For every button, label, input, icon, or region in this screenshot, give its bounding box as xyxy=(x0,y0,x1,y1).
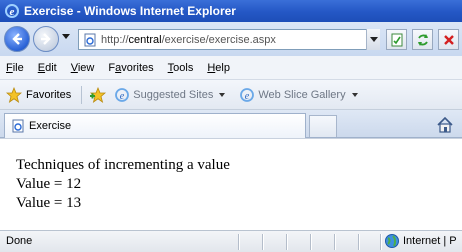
window-title: Exercise - Windows Internet Explorer xyxy=(24,4,236,18)
menu-bar: File Edit View Favorites Tools Help xyxy=(0,56,462,80)
content-value-line: Value = 13 xyxy=(16,195,82,211)
back-button[interactable] xyxy=(4,26,30,52)
refresh-button[interactable] xyxy=(412,29,433,50)
forward-button[interactable] xyxy=(33,26,59,52)
address-bar[interactable]: http://central/exercise/exercise.aspx xyxy=(78,29,380,50)
web-slice-gallery-label: Web Slice Gallery xyxy=(258,88,346,101)
favorites-separator xyxy=(81,85,83,104)
status-divider xyxy=(358,234,360,250)
menu-edit[interactable]: Edit xyxy=(38,62,57,74)
star-icon xyxy=(6,86,22,103)
globe-icon xyxy=(385,234,399,248)
content-heading: Techniques of incrementing a value xyxy=(16,157,230,173)
address-url[interactable]: http://central/exercise/exercise.aspx xyxy=(101,34,276,46)
status-text: Done xyxy=(6,235,33,247)
tab-label: Exercise xyxy=(29,120,72,132)
favorites-button[interactable]: Favorites xyxy=(0,84,77,106)
web-slice-icon: e xyxy=(240,87,255,102)
suggested-sites-label: Suggested Sites xyxy=(133,88,214,101)
menu-file[interactable]: File xyxy=(6,62,24,74)
suggested-sites-item[interactable]: e Suggested Sites xyxy=(110,87,229,103)
add-to-favorites-icon xyxy=(90,86,107,103)
status-bar: Done Internet | P xyxy=(0,230,462,252)
menu-tools[interactable]: Tools xyxy=(168,62,194,74)
stop-icon xyxy=(443,34,454,45)
stop-button[interactable] xyxy=(438,29,459,50)
security-zone-label: Internet | P xyxy=(403,235,457,247)
ie-logo-icon: e xyxy=(115,87,130,102)
content-value-line: Value = 12 xyxy=(16,176,82,192)
back-arrow-icon xyxy=(12,33,22,45)
status-divider xyxy=(262,234,264,250)
ie-logo-icon: e xyxy=(4,3,20,19)
web-slice-gallery-item[interactable]: e Web Slice Gallery xyxy=(235,87,361,103)
status-divider xyxy=(238,234,240,250)
navigation-bar: http://central/exercise/exercise.aspx xyxy=(0,22,462,56)
refresh-icon xyxy=(417,33,428,46)
recent-pages-dropdown[interactable] xyxy=(62,34,70,39)
status-divider xyxy=(380,234,382,250)
forward-arrow-icon xyxy=(41,33,51,45)
menu-help[interactable]: Help xyxy=(207,62,230,74)
page-icon xyxy=(12,119,24,133)
new-tab-button[interactable] xyxy=(309,115,337,137)
add-to-favorites-button[interactable] xyxy=(86,84,110,106)
menu-favorites[interactable]: Favorites xyxy=(108,62,153,74)
security-zone[interactable]: Internet | P xyxy=(384,233,457,249)
status-divider xyxy=(286,234,288,250)
svg-text:e: e xyxy=(245,91,250,102)
chevron-down-icon xyxy=(351,92,358,97)
favorites-label: Favorites xyxy=(26,88,72,101)
chevron-down-icon xyxy=(219,92,226,97)
home-icon[interactable] xyxy=(436,116,454,134)
favorites-bar: Favorites e Suggested Sites e Web Slice … xyxy=(0,80,462,110)
compatibility-view-button[interactable] xyxy=(386,29,407,50)
tab-exercise[interactable]: Exercise xyxy=(4,113,306,138)
menu-view[interactable]: View xyxy=(71,62,95,74)
title-bar: e Exercise - Windows Internet Explorer xyxy=(0,0,462,22)
status-divider xyxy=(310,234,312,250)
status-divider xyxy=(334,234,336,250)
page-content: Techniques of incrementing a value Value… xyxy=(0,138,462,230)
compatibility-view-icon xyxy=(391,33,402,46)
svg-text:e: e xyxy=(10,6,15,18)
page-icon xyxy=(84,33,96,46)
address-dropdown-button[interactable] xyxy=(366,29,380,50)
svg-text:e: e xyxy=(120,91,125,102)
tab-bar: Exercise xyxy=(0,110,462,138)
